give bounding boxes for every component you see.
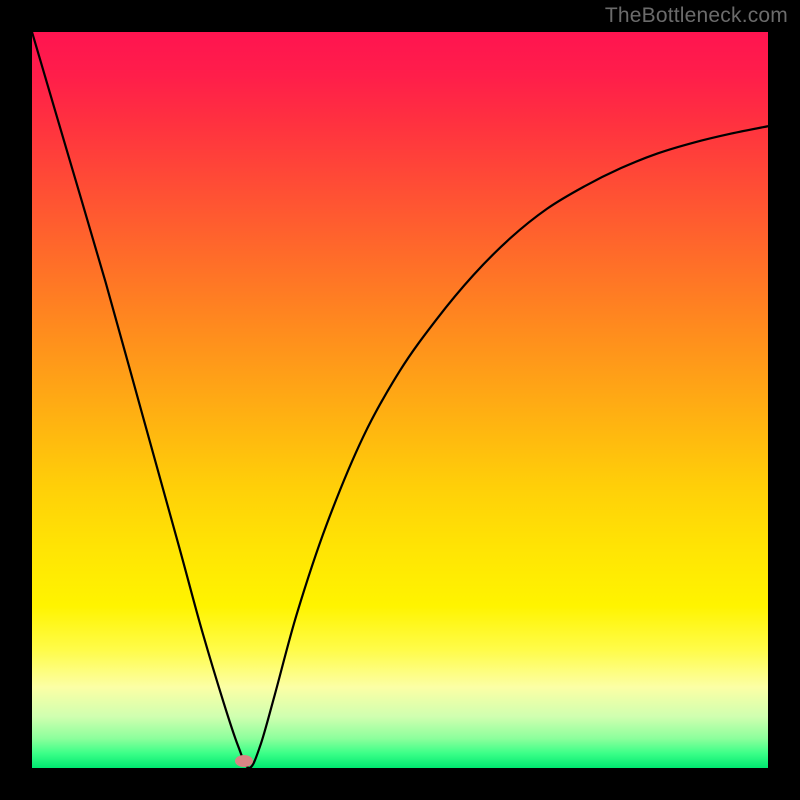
minimum-marker-icon: [235, 755, 253, 767]
watermark-label: TheBottleneck.com: [605, 4, 788, 28]
curve-svg: [32, 32, 768, 768]
bottleneck-curve: [32, 32, 768, 768]
chart-frame: TheBottleneck.com: [0, 0, 800, 800]
plot-area: [32, 32, 768, 768]
